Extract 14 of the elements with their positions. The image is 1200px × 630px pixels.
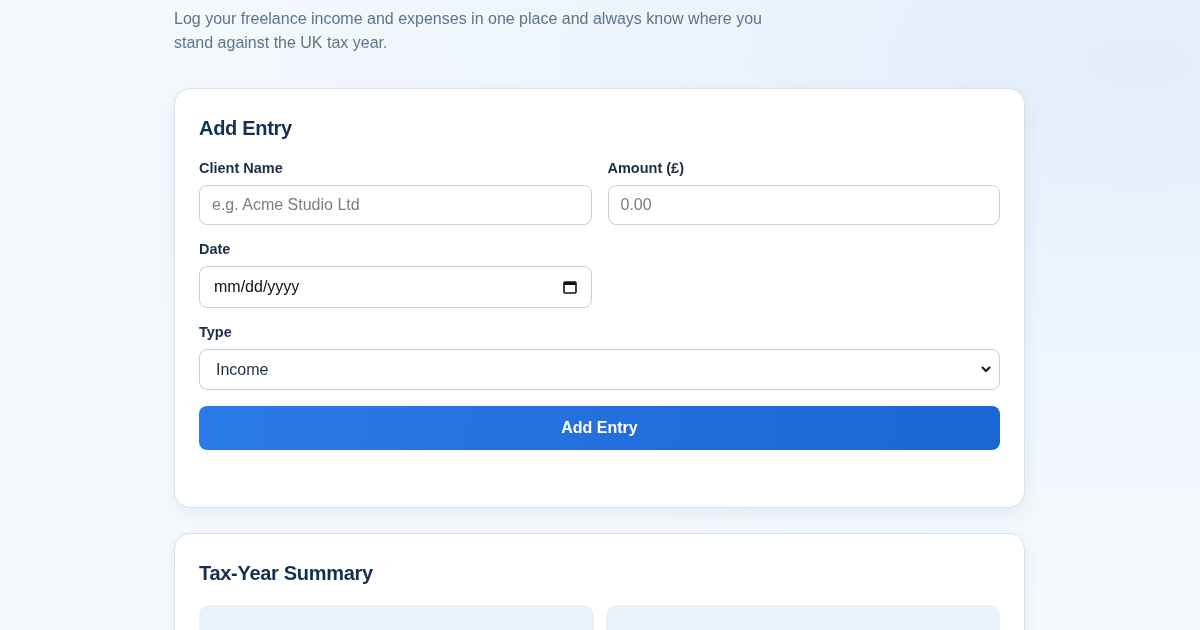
field-label: Date (199, 241, 232, 258)
card-title: Add Entry (199, 116, 293, 141)
date-field[interactable]: mm/dd/yyyy (199, 266, 592, 308)
intro-text: Log your freelance income and expenses in one place and always know where you stand against the UK tax year. (174, 9, 763, 53)
chevron-icon (981, 366, 991, 373)
input-field[interactable]: e.g. Acme Studio Ltd (199, 185, 592, 225)
field-label: Client Name (199, 160, 284, 177)
field-label: Type (199, 324, 233, 341)
card-title: Tax-Year Summary (199, 561, 374, 586)
field-label: Amount (£) (607, 160, 685, 177)
add-entry-button[interactable]: Add Entry (199, 406, 1000, 450)
calendar-icon (562, 280, 577, 294)
input-field[interactable]: 0.00 (607, 185, 1000, 225)
type-dropdown[interactable]: Income (199, 349, 1000, 390)
